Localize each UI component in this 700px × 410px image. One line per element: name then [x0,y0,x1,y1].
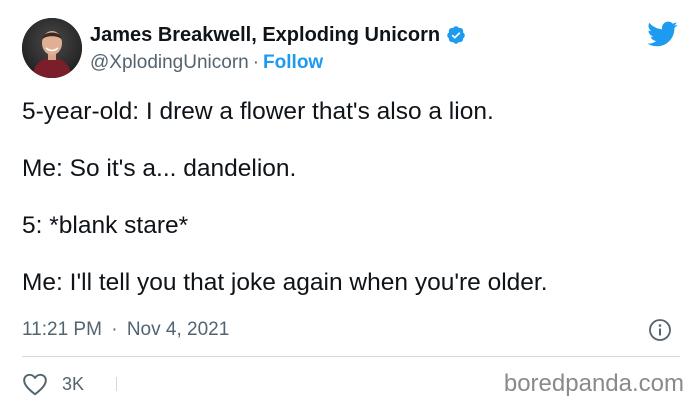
tweet-timestamp[interactable]: 11:21 PM · Nov 4, 2021 [22,317,229,343]
separator-dot: · [252,52,260,73]
tweet-date: Nov 4, 2021 [126,319,230,340]
tweet-card: James Breakwell, Exploding Unicorn @Xplo… [0,0,700,410]
separator-dot: · [111,319,118,340]
tweet-body: 5-year-old: I drew a flower that's also … [22,96,682,324]
author-handle[interactable]: @XplodingUnicorn [90,52,249,73]
tweet-time: 11:21 PM [22,319,102,340]
tweet-line: Me: So it's a... dandelion. [22,155,297,182]
follow-button[interactable]: Follow [263,52,323,73]
like-count[interactable]: 3K [62,374,84,395]
tweet-line: 5-year-old: I drew a flower that's also … [22,98,494,125]
avatar[interactable] [22,18,82,78]
tweet-actions: 3K [22,371,118,397]
heart-icon[interactable] [22,372,48,396]
author-name-row: James Breakwell, Exploding Unicorn [90,22,466,48]
author-block: James Breakwell, Exploding Unicorn @Xplo… [90,22,466,76]
twitter-bird-icon[interactable] [646,20,678,48]
divider [22,356,680,357]
author-name[interactable]: James Breakwell, Exploding Unicorn [90,22,440,48]
handle-row: @XplodingUnicorn · Follow [90,50,466,76]
watermark: boredpanda.com [503,370,684,397]
verified-badge-icon [446,25,466,45]
tweet-line: Me: I'll tell you that joke again when y… [22,269,548,296]
info-icon[interactable] [648,318,672,342]
tweet-line: 5: *blank stare* [22,212,189,239]
action-separator [116,377,118,391]
